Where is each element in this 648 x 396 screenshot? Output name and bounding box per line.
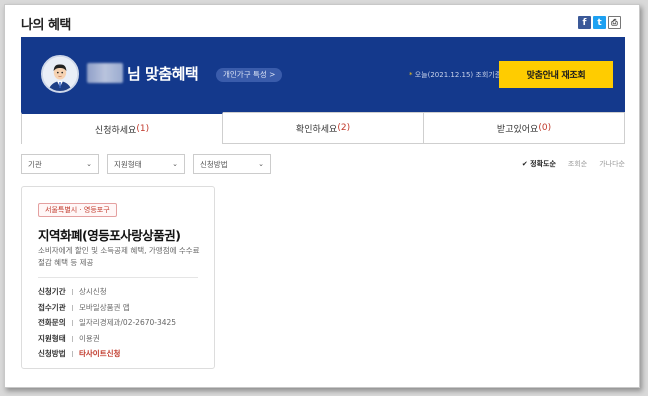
info-row: 접수기관 모바일상품권 앱 — [38, 300, 176, 316]
agency-select[interactable]: 기관 ⌄ — [21, 154, 99, 174]
sort-accuracy[interactable]: ✔ 정확도순 — [522, 159, 556, 169]
info-key: 신청방법 — [38, 346, 76, 362]
twitter-share-icon[interactable]: t — [593, 16, 606, 29]
info-row: 신청기간 상시신청 — [38, 284, 176, 300]
requery-button[interactable]: 맞춤안내 재조회 — [499, 61, 613, 88]
sort-alphabetical[interactable]: 가나다순 — [599, 159, 625, 169]
household-profile-pill[interactable]: 개인가구 특성 > — [216, 68, 283, 82]
agency-select-label: 기관 — [28, 159, 42, 169]
today-label: 오늘(2021.12.15) 조회기준 — [414, 71, 502, 79]
sort-accuracy-label: 정확도순 — [530, 160, 556, 168]
info-value: 이용권 — [79, 333, 100, 343]
tab-apply[interactable]: 신청하세요 (1) — [21, 112, 223, 144]
check-icon: ✔ — [521, 160, 531, 168]
info-key: 신청기간 — [38, 284, 76, 300]
info-value: 일자리경제과/02-2670-3425 — [79, 318, 177, 327]
sort-options: ✔ 정확도순 조회순 가나다순 — [522, 159, 625, 169]
card-description: 소비자에게 할인 및 소득공제 혜택, 가맹점에 수수료 절감 혜택 등 제공 — [38, 246, 200, 267]
tab-receiving[interactable]: 받고있어요 (0) — [424, 112, 625, 144]
info-row: 지원형태 이용권 — [38, 331, 176, 347]
apply-method-select-label: 신청방법 — [200, 159, 228, 169]
divider — [38, 277, 198, 278]
info-key: 전화문의 — [38, 315, 76, 331]
tab-check[interactable]: 확인하세요 (2) — [223, 112, 424, 144]
tab-receiving-label: 받고있어요 — [496, 124, 539, 135]
apply-method-select[interactable]: 신청방법 ⌄ — [193, 154, 271, 174]
apply-method-link[interactable]: 타사이트신청 — [76, 346, 120, 362]
facebook-share-icon[interactable]: f — [578, 16, 591, 29]
tab-check-label: 확인하세요 — [295, 124, 338, 135]
user-avatar-icon — [41, 55, 79, 93]
tab-check-count: (2) — [337, 123, 351, 133]
info-value: 모바일상품권 앱 — [79, 302, 130, 312]
banner-greeting: 님 맞춤혜택 — [127, 65, 199, 83]
info-key: 접수기관 — [38, 300, 76, 316]
tab-receiving-count: (0) — [538, 123, 552, 133]
print-icon[interactable]: ⎙ — [608, 16, 621, 29]
support-type-select-label: 지원형태 — [114, 159, 142, 169]
info-row: 전화문의 일자리경제과/02-2670-3425 — [38, 315, 176, 331]
redacted-username — [87, 63, 123, 83]
info-value: 상시신청 — [79, 287, 107, 296]
card-info-list: 신청기간 상시신청 접수기관 모바일상품권 앱 전화문의 일자리경제과/02-2670… — [38, 284, 176, 362]
benefit-card[interactable]: 서울특별시 · 영등포구 지역화폐(영등포사랑상품권) 소비자에게 할인 및 소… — [21, 186, 215, 369]
info-row: 신청방법 타사이트신청 — [38, 346, 176, 362]
benefits-page: 나의 혜택 f t ⎙ 님 맞춤혜택 개인가구 특성 > * 오늘(2021.1… — [4, 4, 640, 388]
tab-apply-count: (1) — [136, 124, 150, 134]
page-title: 나의 혜택 — [21, 18, 71, 33]
query-date-text: * 오늘(2021.12.15) 조회기준 — [409, 70, 501, 80]
info-key: 지원형태 — [38, 331, 76, 347]
benefit-tabs: 신청하세요 (1) 확인하세요 (2) 받고있어요 (0) — [21, 112, 625, 144]
tab-apply-label: 신청하세요 — [94, 125, 137, 136]
chevron-down-icon: ⌄ — [86, 160, 92, 168]
region-badge: 서울특별시 · 영등포구 — [38, 203, 117, 217]
personalized-banner: 님 맞춤혜택 개인가구 특성 > * 오늘(2021.12.15) 조회기준 맞… — [21, 37, 625, 112]
share-toolbar: f t ⎙ — [578, 16, 621, 29]
card-title[interactable]: 지역화폐(영등포사랑상품권) — [38, 225, 181, 244]
chevron-down-icon: ⌄ — [172, 160, 178, 168]
filter-bar: 기관 ⌄ 지원형태 ⌄ 신청방법 ⌄ — [21, 154, 271, 174]
support-type-select[interactable]: 지원형태 ⌄ — [107, 154, 185, 174]
chevron-down-icon: ⌄ — [258, 160, 264, 168]
sort-views[interactable]: 조회순 — [568, 159, 587, 169]
